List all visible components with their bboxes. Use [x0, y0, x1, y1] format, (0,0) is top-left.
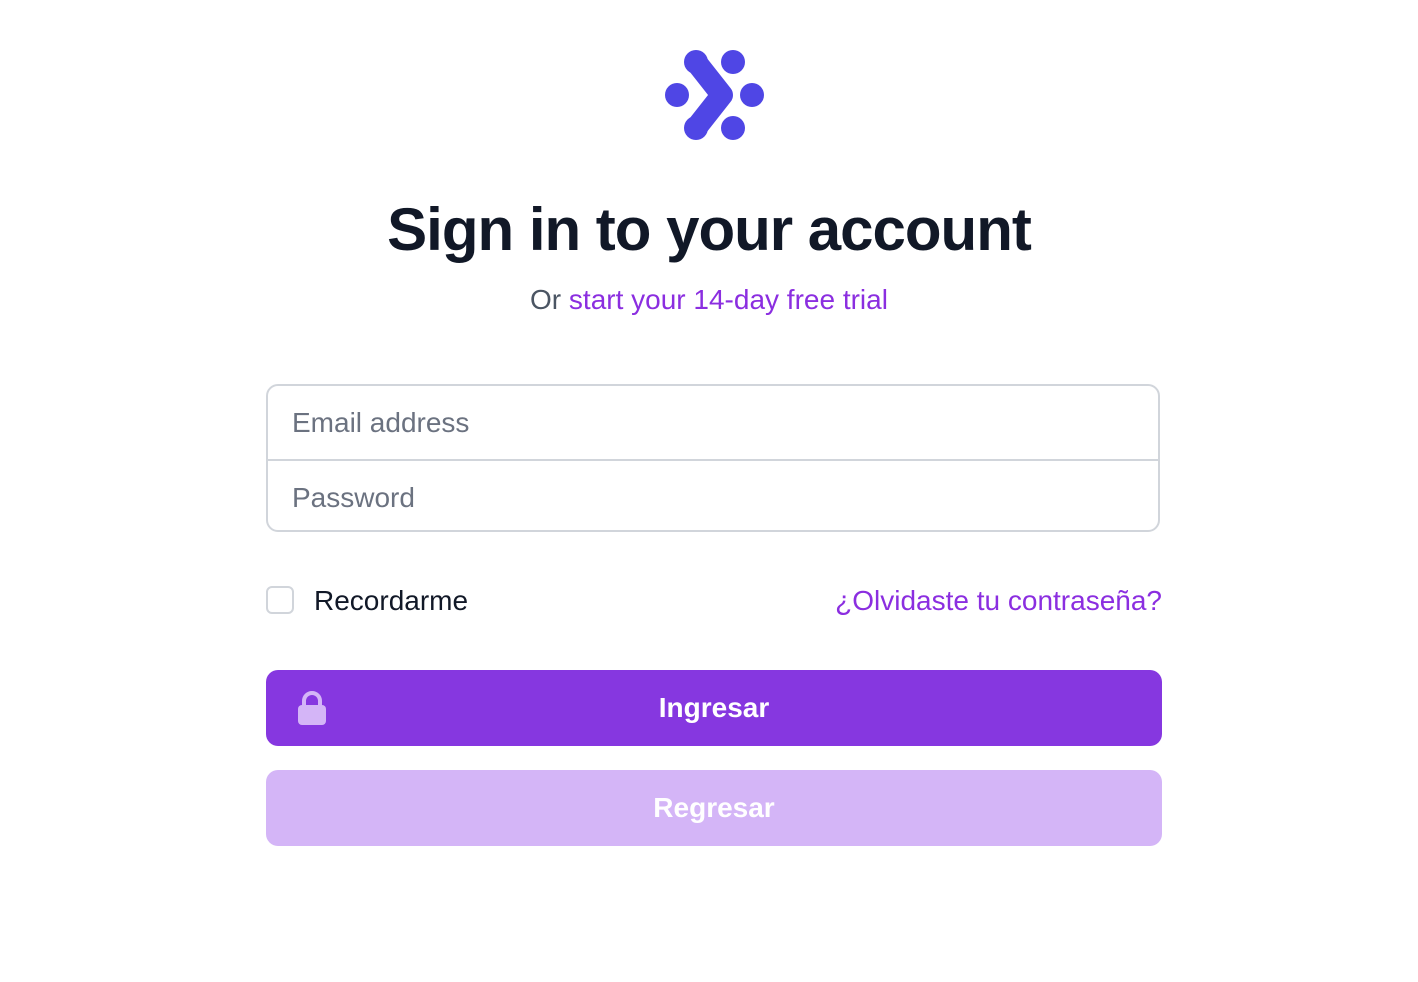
password-field[interactable] — [268, 461, 1158, 530]
back-button-label: Regresar — [653, 792, 775, 823]
page-title: Sign in to your account — [387, 196, 1032, 263]
form-options-row: Recordarme ¿Olvidaste tu contraseña? — [266, 582, 1162, 622]
submit-button[interactable]: Ingresar — [266, 670, 1162, 746]
subtitle-prefix: Or — [530, 284, 562, 315]
email-field[interactable] — [268, 386, 1158, 459]
remember-me-checkbox[interactable] — [266, 586, 294, 614]
forgot-password-link[interactable]: ¿Olvidaste tu contraseña? — [835, 582, 1162, 620]
remember-me-label[interactable]: Recordarme — [314, 582, 468, 620]
credentials-field-group — [266, 384, 1160, 532]
sign-in-page: Sign in to your account Or start your 14… — [0, 0, 1418, 982]
lock-icon — [298, 691, 326, 725]
free-trial-link[interactable]: start your 14-day free trial — [569, 284, 888, 315]
subtitle: Or start your 14-day free trial — [0, 282, 1418, 318]
submit-button-label: Ingresar — [658, 692, 770, 723]
back-button[interactable]: Regresar — [266, 770, 1162, 846]
network-dots-logo-icon — [665, 50, 764, 140]
